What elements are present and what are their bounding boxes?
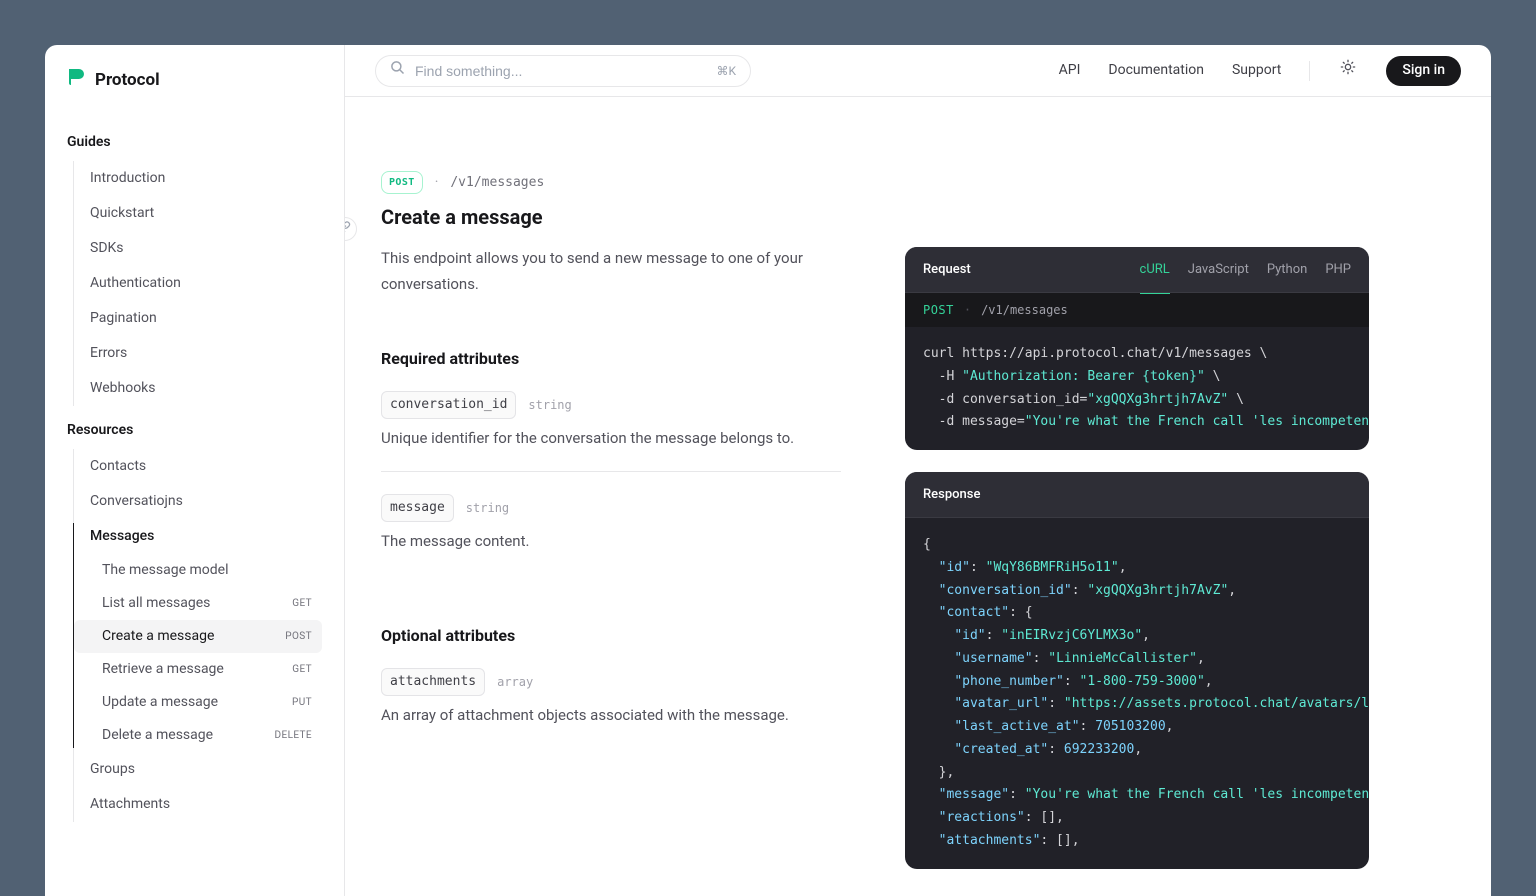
search-shortcut: ⌘K (716, 62, 736, 80)
nav-pagination[interactable]: Pagination (74, 301, 322, 336)
method-line: POST · /v1/messages (381, 171, 841, 194)
subnav-label: Update a message (102, 692, 218, 713)
tab-javascript[interactable]: JavaScript (1188, 247, 1249, 293)
link-icon (345, 219, 351, 240)
nav-groups[interactable]: Groups (74, 752, 322, 787)
response-title: Response (923, 485, 980, 505)
request-tabs: cURL JavaScript Python PHP (1140, 247, 1351, 293)
attr-type: array (497, 673, 533, 691)
subnav-create-message[interactable]: Create a message POST (74, 620, 322, 653)
logo-icon (67, 67, 85, 94)
subnav-message-model[interactable]: The message model (74, 554, 322, 587)
nav-group-resources: Resources Contacts Conversatiojns Messag… (45, 406, 344, 822)
method-chip: POST (381, 171, 423, 194)
request-panel: Request cURL JavaScript Python PHP POST … (905, 247, 1369, 450)
page-title: Create a message (381, 202, 841, 232)
toplink-support[interactable]: Support (1232, 60, 1281, 81)
nav-sdks[interactable]: SDKs (74, 231, 322, 266)
nav-heading-guides: Guides (67, 132, 322, 153)
response-panel: Response { "id": "WqY86BMFRiH5o11", "con… (905, 472, 1369, 869)
attr-name: conversation_id (381, 391, 516, 419)
request-subhead: POST · /v1/messages (905, 293, 1369, 327)
tab-python[interactable]: Python (1267, 247, 1307, 293)
request-method: POST (923, 301, 954, 319)
nav-quickstart[interactable]: Quickstart (74, 196, 322, 231)
tab-curl[interactable]: cURL (1140, 247, 1170, 293)
attr-name: message (381, 494, 454, 522)
attr-conversation-id: conversation_id string Unique identifier… (381, 391, 841, 472)
search[interactable]: ⌘K (375, 55, 751, 87)
request-title: Request (923, 260, 971, 280)
attr-name: attachments (381, 668, 485, 696)
response-code[interactable]: { "id": "WqY86BMFRiH5o11", "conversation… (905, 518, 1369, 869)
search-icon (390, 60, 405, 82)
nav-webhooks[interactable]: Webhooks (74, 371, 322, 406)
subnav-badge: POST (285, 629, 312, 644)
app-frame: Protocol Guides Introduction Quickstart … (45, 45, 1491, 896)
attr-desc: The message content. (381, 530, 841, 553)
endpoint-path: /v1/messages (450, 173, 544, 193)
doc-column: POST · /v1/messages Create a message Thi… (381, 171, 841, 896)
divider (1309, 61, 1310, 81)
attr-desc: Unique identifier for the conversation t… (381, 427, 841, 450)
nav-heading-resources: Resources (67, 420, 322, 441)
subnav-label: The message model (102, 560, 228, 581)
subnav-retrieve-message[interactable]: Retrieve a message GET (74, 653, 322, 686)
nav-contacts[interactable]: Contacts (74, 449, 322, 484)
code-column: Request cURL JavaScript Python PHP POST … (905, 171, 1369, 896)
nav-group-guides: Guides Introduction Quickstart SDKs Auth… (45, 118, 344, 406)
subnav-badge: PUT (292, 695, 312, 710)
subnav-label: List all messages (102, 593, 210, 614)
top-links: API Documentation Support Sign in (1059, 56, 1461, 86)
intro-paragraph: This endpoint allows you to send a new m… (381, 246, 841, 297)
subnav-label: Retrieve a message (102, 659, 224, 680)
brand-name: Protocol (95, 68, 160, 94)
toplink-api[interactable]: API (1059, 60, 1081, 81)
subnav-badge: DELETE (275, 728, 312, 743)
attr-attachments: attachments array An array of attachment… (381, 668, 841, 748)
nav-introduction[interactable]: Introduction (74, 161, 322, 196)
brand[interactable]: Protocol (45, 67, 344, 118)
separator-dot: · (435, 172, 439, 193)
main: ⌘K API Documentation Support Sign in (345, 45, 1491, 896)
content: POST · /v1/messages Create a message Thi… (345, 97, 1491, 896)
nav-authentication[interactable]: Authentication (74, 266, 322, 301)
attr-message: message string The message content. (381, 494, 841, 574)
attr-type: string (528, 396, 571, 414)
nav-errors[interactable]: Errors (74, 336, 322, 371)
subnav-badge: GET (292, 596, 312, 611)
attr-type: string (466, 499, 509, 517)
request-code[interactable]: curl https://api.protocol.chat/v1/messag… (905, 327, 1369, 450)
subnav-badge: GET (292, 662, 312, 677)
toplink-documentation[interactable]: Documentation (1108, 60, 1204, 81)
sidebar: Protocol Guides Introduction Quickstart … (45, 45, 345, 896)
signin-button[interactable]: Sign in (1386, 56, 1461, 86)
anchor-link-button[interactable] (345, 217, 357, 241)
attr-desc: An array of attachment objects associate… (381, 704, 841, 727)
subnav-update-message[interactable]: Update a message PUT (74, 686, 322, 719)
tab-php[interactable]: PHP (1325, 247, 1351, 293)
subnav-list-messages[interactable]: List all messages GET (74, 587, 322, 620)
subnav-delete-message[interactable]: Delete a message DELETE (74, 719, 322, 752)
search-input[interactable] (415, 63, 706, 79)
theme-toggle[interactable] (1338, 61, 1358, 81)
nav-conversations[interactable]: Conversatiojns (74, 484, 322, 519)
topbar: ⌘K API Documentation Support Sign in (345, 45, 1491, 97)
sun-icon (1340, 59, 1356, 82)
nav-attachments[interactable]: Attachments (74, 787, 322, 822)
subnav-label: Delete a message (102, 725, 213, 746)
optional-heading: Optional attributes (381, 624, 841, 648)
nav-messages[interactable]: Messages (74, 519, 322, 554)
required-heading: Required attributes (381, 347, 841, 371)
request-path: /v1/messages (981, 301, 1068, 319)
subnav-label: Create a message (102, 626, 214, 647)
